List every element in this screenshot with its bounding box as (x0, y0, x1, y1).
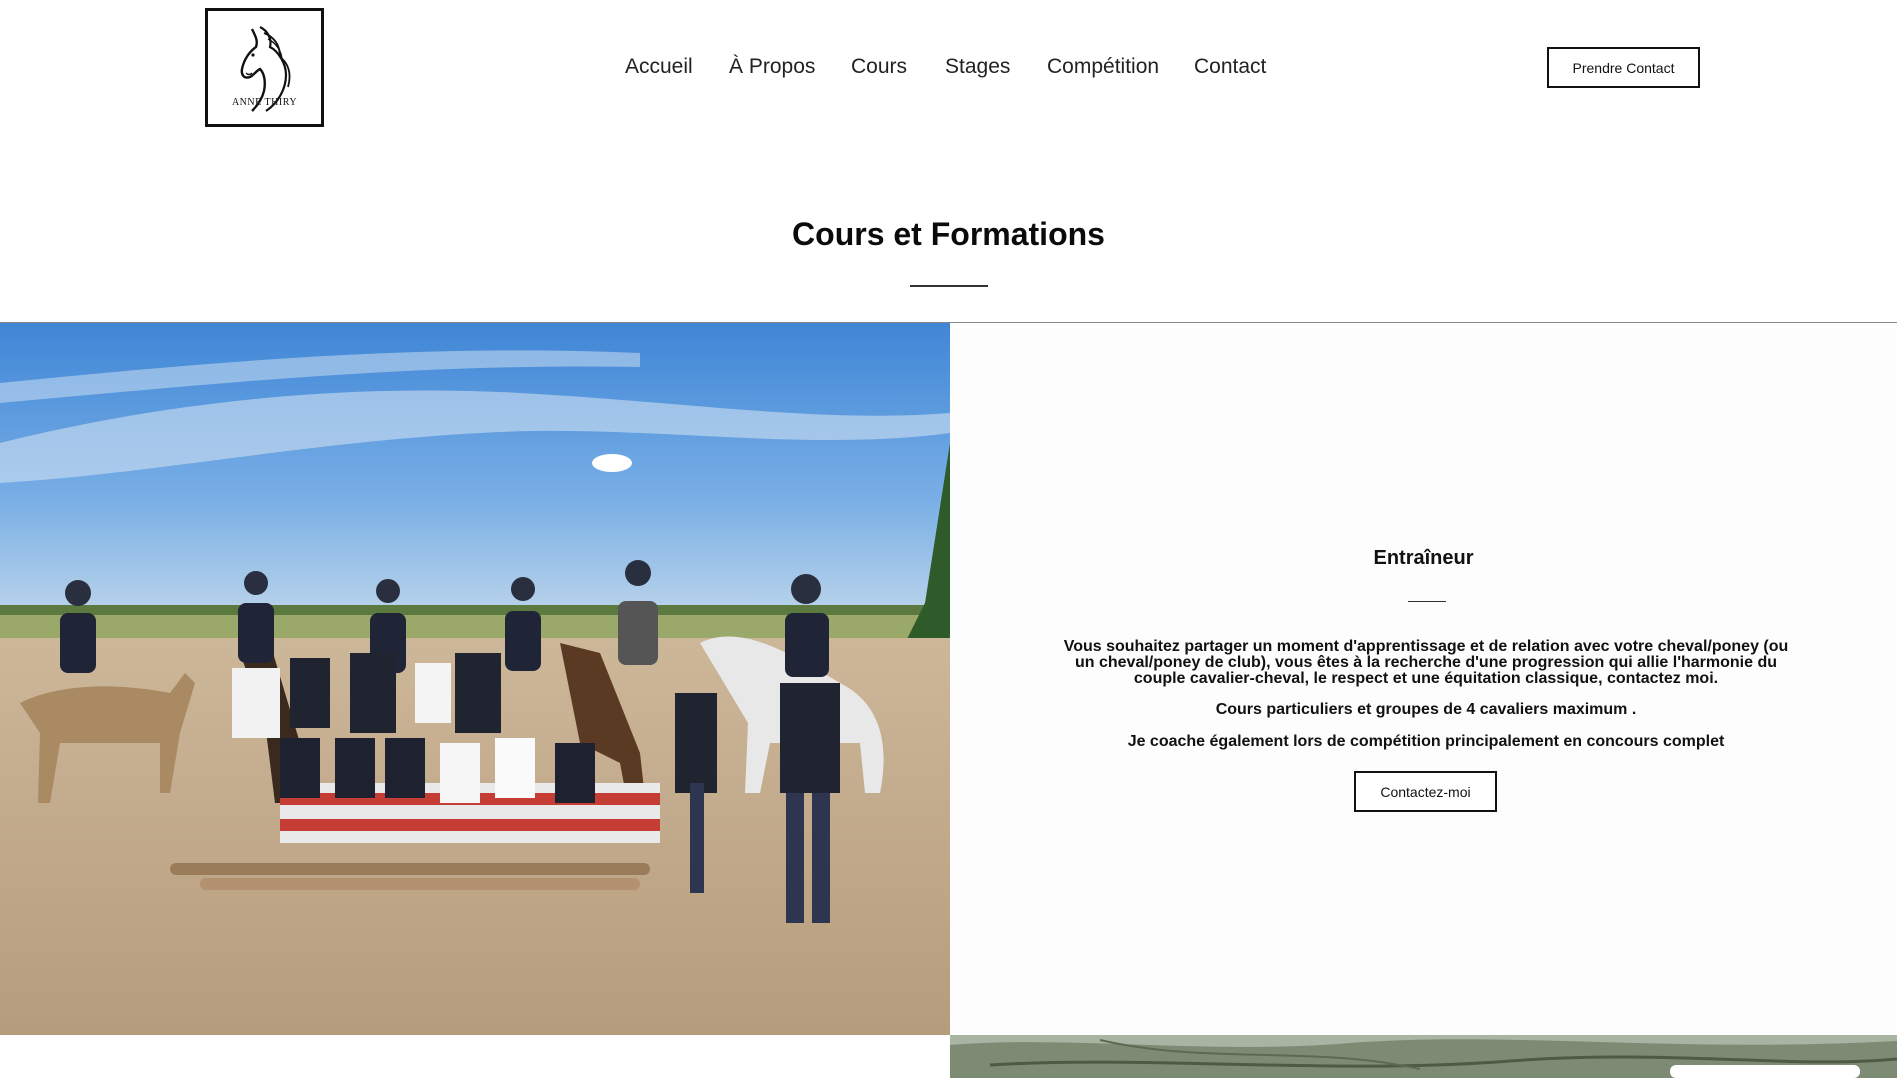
logo-text: ANNE THIRY (231, 97, 298, 108)
group-photo (0, 323, 950, 1035)
panel-divider (1408, 601, 1446, 602)
panel-paragraph-coaching: Je coache également lors de compétition … (1127, 733, 1725, 750)
nav-item-a-propos[interactable]: À Propos (729, 55, 815, 79)
nav-item-stages[interactable]: Stages (945, 55, 1010, 79)
nav-item-competition[interactable]: Compétition (1047, 55, 1159, 79)
trainer-panel: Entraîneur Vous souhaitez partager un mo… (950, 323, 1897, 1035)
prendre-contact-button[interactable]: Prendre Contact (1547, 47, 1700, 88)
nav-item-cours[interactable]: Cours (851, 55, 907, 79)
panel-paragraph-groups: Cours particuliers et groupes de 4 caval… (1215, 701, 1637, 718)
nav-item-contact[interactable]: Contact (1194, 55, 1266, 79)
panel-title: Entraîneur (1373, 547, 1474, 569)
nav-item-accueil[interactable]: Accueil (625, 55, 693, 79)
next-section-photo (950, 1035, 1897, 1078)
contactez-moi-button[interactable]: Contactez-moi (1354, 771, 1497, 812)
panel-paragraph-intro: Vous souhaitez partager un moment d'appr… (1063, 638, 1789, 687)
page-title: Cours et Formations (792, 216, 1105, 252)
title-divider (910, 285, 988, 287)
bottom-left-blank (0, 1035, 950, 1078)
